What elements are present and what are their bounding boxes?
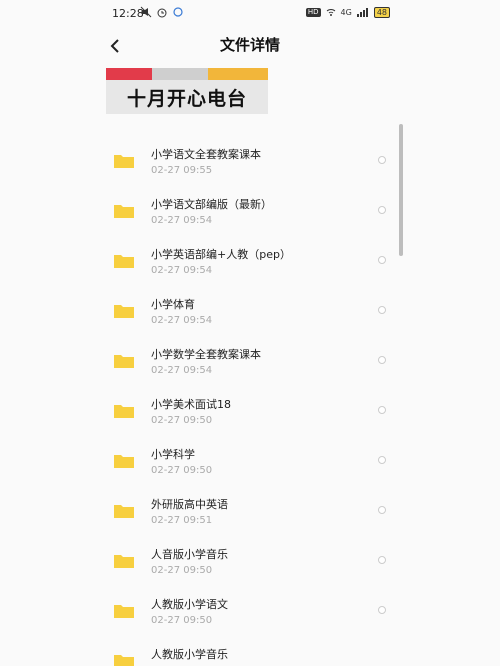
file-name: 小学科学: [151, 448, 195, 461]
folder-icon: [114, 655, 134, 666]
folder-icon: [114, 355, 134, 368]
folder-icon: [114, 405, 134, 418]
status-right-icons: HD 4G 48: [305, 7, 390, 18]
file-name: 小学语文全套教案课本: [151, 148, 261, 161]
select-radio[interactable]: [378, 406, 386, 414]
select-radio[interactable]: [378, 356, 386, 364]
page-title: 文件详情: [219, 36, 280, 54]
list-item[interactable]: 小学英语部编+人教（pep） 02-27 09:54: [0, 230, 500, 280]
signal-icon: [356, 8, 368, 17]
list-item[interactable]: 人音版小学音乐 02-27 09:50: [0, 530, 500, 580]
network-label: 4G: [340, 8, 352, 17]
file-name: 人教版小学语文: [151, 598, 228, 611]
select-radio[interactable]: [378, 456, 386, 464]
file-name: 小学数学全套教案课本: [151, 348, 261, 361]
folder-icon: [114, 455, 134, 468]
list-item[interactable]: 小学语文全套教案课本 02-27 09:55: [0, 130, 500, 180]
status-bar: 12:28 HD 4G 48: [0, 0, 500, 28]
file-name: 小学语文部编版（最新）: [151, 198, 272, 211]
top-bar: 文件详情: [0, 28, 500, 64]
select-radio[interactable]: [378, 256, 386, 264]
wifi-icon: [326, 9, 335, 16]
select-radio[interactable]: [378, 556, 386, 564]
banner-title-area: 十月开心电台: [106, 80, 268, 114]
banner-title: 十月开心电台: [126, 87, 247, 110]
folder-icon: [114, 505, 134, 518]
file-time: 02-27 09:54: [151, 215, 213, 226]
folder-icon: [114, 555, 134, 568]
banner-image: 十月开心电台: [106, 68, 268, 114]
banner-yellow-segment: [208, 68, 268, 80]
file-time: 02-27 09:54: [151, 365, 213, 376]
file-name: 小学英语部编+人教（pep）: [151, 248, 291, 261]
list-item[interactable]: 小学体育 02-27 09:54: [0, 280, 500, 330]
select-radio[interactable]: [378, 206, 386, 214]
folder-icon: [114, 605, 134, 618]
list-item[interactable]: 小学数学全套教案课本 02-27 09:54: [0, 330, 500, 380]
file-time: 02-27 09:50: [151, 565, 213, 576]
banner-red-segment: [106, 68, 152, 80]
file-name: 外研版高中英语: [151, 498, 228, 511]
folder-icon: [114, 205, 134, 218]
file-time: 02-27 09:55: [151, 165, 213, 176]
file-name: 小学体育: [151, 298, 195, 311]
scrollbar[interactable]: [399, 124, 403, 256]
battery-indicator: 48: [373, 7, 390, 18]
alarm-icon: [157, 8, 167, 18]
list-item[interactable]: 外研版高中英语 02-27 09:51: [0, 480, 500, 530]
file-time: 02-27 09:50: [151, 465, 213, 476]
file-time: 02-27 09:50: [151, 415, 213, 426]
select-radio[interactable]: [378, 306, 386, 314]
banner-top-strip: [106, 68, 268, 80]
list-item[interactable]: 人教版小学语文 02-27 09:50: [0, 580, 500, 630]
status-left-icons: [140, 6, 184, 18]
folder-icon: [114, 305, 134, 318]
list-item[interactable]: 小学美术面试18 02-27 09:50: [0, 380, 500, 430]
hd-badge: HD: [305, 8, 321, 17]
status-time: 12:28: [112, 7, 144, 20]
muted-icon: [140, 6, 152, 18]
file-name: 人音版小学音乐: [151, 548, 228, 561]
file-name: 人教版小学音乐: [151, 648, 228, 661]
list-item[interactable]: 人教版小学音乐: [0, 630, 500, 666]
list-item[interactable]: 小学科学 02-27 09:50: [0, 430, 500, 480]
file-time: 02-27 09:51: [151, 515, 213, 526]
file-name: 小学美术面试18: [151, 398, 231, 411]
sync-icon: [173, 7, 183, 17]
file-time: 02-27 09:54: [151, 315, 213, 326]
file-time: 02-27 09:54: [151, 265, 213, 276]
folder-icon: [114, 155, 134, 168]
select-radio[interactable]: [378, 506, 386, 514]
select-radio[interactable]: [378, 606, 386, 614]
file-time: 02-27 09:50: [151, 615, 213, 626]
select-radio[interactable]: [378, 156, 386, 164]
list-item[interactable]: 小学语文部编版（最新） 02-27 09:54: [0, 180, 500, 230]
banner-gray-segment: [152, 68, 208, 80]
folder-icon: [114, 255, 134, 268]
